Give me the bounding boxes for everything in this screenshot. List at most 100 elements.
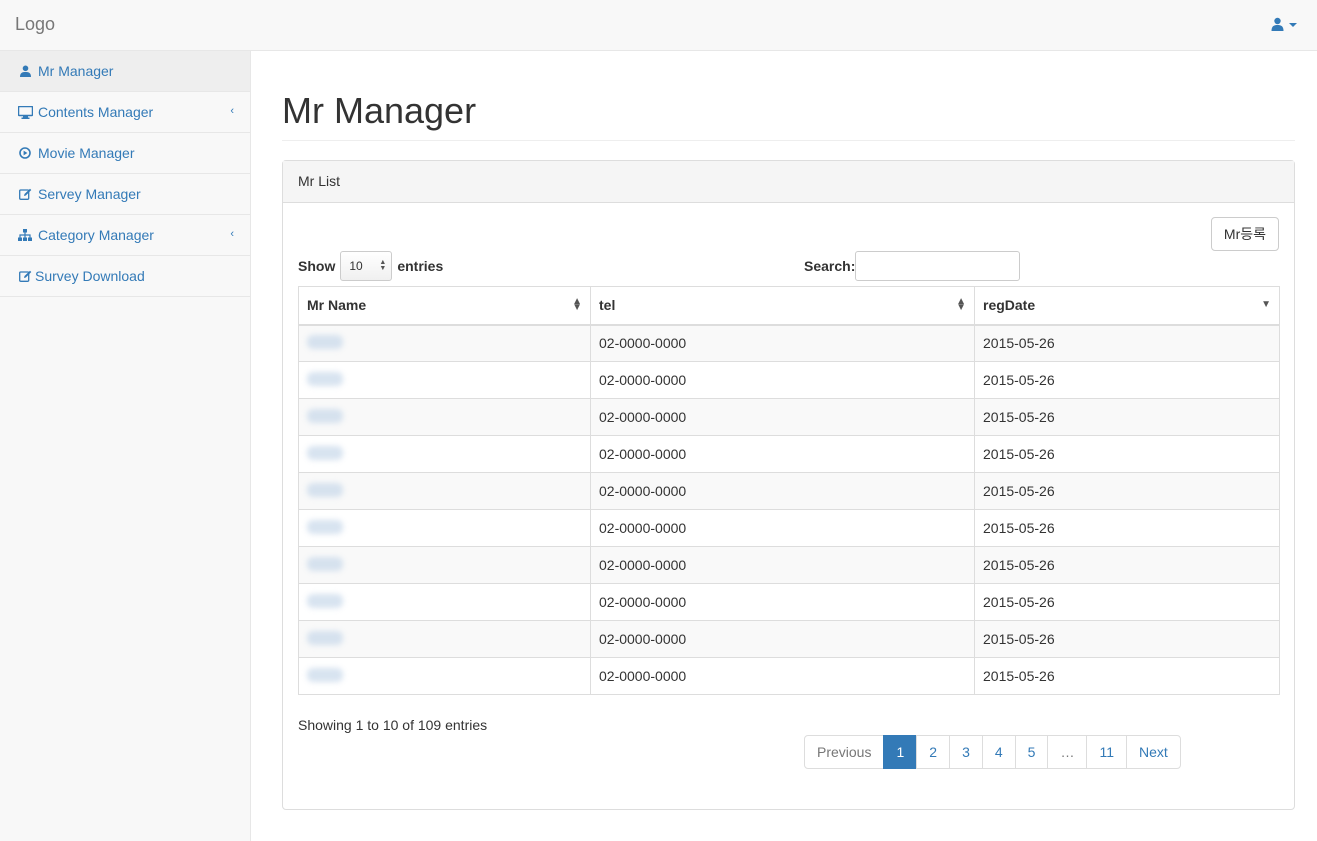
blurred-name bbox=[307, 593, 343, 608]
tel-cell: 02-0000-0000 bbox=[590, 620, 975, 658]
regdate-cell: 2015-05-26 bbox=[974, 361, 1280, 399]
entries-length-control: Show 10 ▲ ▼ entries bbox=[298, 251, 443, 281]
page-5-button[interactable]: 5 bbox=[1014, 735, 1049, 769]
page-11-button[interactable]: 11 bbox=[1086, 735, 1127, 769]
regdate-cell: 2015-05-26 bbox=[974, 398, 1280, 436]
tel-cell: 02-0000-0000 bbox=[590, 361, 975, 399]
select-spinner-icon: ▲ ▼ bbox=[379, 259, 387, 272]
blurred-name bbox=[307, 482, 343, 497]
user-menu-toggle[interactable] bbox=[1271, 17, 1297, 31]
mr-name-link[interactable] bbox=[298, 472, 591, 510]
monitor-icon bbox=[17, 105, 33, 119]
regdate-cell: 2015-05-26 bbox=[974, 546, 1280, 584]
sidebar-item-mr-manager[interactable]: Mr Manager bbox=[0, 51, 250, 92]
regdate-cell: 2015-05-26 bbox=[974, 583, 1280, 621]
table-header-row: Mr Name ▲ ▼ tel ▲ ▼ regDate ▼ bbox=[298, 286, 1280, 326]
sidebar-item-movie-manager[interactable]: Movie Manager bbox=[0, 133, 250, 174]
blurred-name bbox=[307, 667, 343, 682]
tel-cell: 02-0000-0000 bbox=[590, 435, 975, 473]
edit-icon bbox=[17, 187, 33, 201]
mr-table: Mr Name ▲ ▼ tel ▲ ▼ regDate ▼ 02-0000-0000… bbox=[298, 286, 1280, 695]
sidebar-item-contents-manager[interactable]: Contents Manager ‹ bbox=[0, 92, 250, 133]
sort-desc-icon: ▼ bbox=[1261, 299, 1271, 310]
mr-name-link[interactable] bbox=[298, 361, 591, 399]
mr-name-link[interactable] bbox=[298, 324, 591, 362]
table-row: 02-0000-0000 2015-05-26 bbox=[298, 657, 1280, 695]
page-previous-button[interactable]: Previous bbox=[804, 735, 885, 769]
panel-heading: Mr List bbox=[283, 161, 1294, 203]
main-content: Mr Manager Mr List Mr등록 Show 10 ▲ ▼ entri… bbox=[282, 51, 1295, 810]
page-4-button[interactable]: 4 bbox=[981, 735, 1016, 769]
length-suffix: entries bbox=[397, 258, 444, 274]
sidebar-item-category-manager[interactable]: Category Manager ‹ bbox=[0, 215, 250, 256]
mr-name-link[interactable] bbox=[298, 657, 591, 695]
sidebar-item-label: Mr Manager bbox=[38, 63, 114, 79]
mr-name-link[interactable] bbox=[298, 583, 591, 621]
user-icon bbox=[17, 64, 33, 78]
user-icon bbox=[1271, 17, 1284, 31]
sidebar-item-label: Contents Manager bbox=[38, 104, 154, 120]
search-input[interactable] bbox=[855, 251, 1021, 281]
sidebar-item-label: Servey Manager bbox=[38, 186, 141, 202]
sidebar-item-label: Survey Download bbox=[35, 268, 145, 284]
tel-cell: 02-0000-0000 bbox=[590, 472, 975, 510]
table-row: 02-0000-0000 2015-05-26 bbox=[298, 324, 1280, 362]
register-mr-button[interactable]: Mr등록 bbox=[1210, 217, 1279, 251]
play-circle-icon bbox=[17, 146, 33, 160]
tel-cell: 02-0000-0000 bbox=[590, 324, 975, 362]
page-2-button[interactable]: 2 bbox=[916, 735, 951, 769]
table-row: 02-0000-0000 2015-05-26 bbox=[298, 472, 1280, 510]
page-title: Mr Manager bbox=[282, 91, 1295, 141]
sidebar-item-label: Movie Manager bbox=[38, 145, 135, 161]
page-1-button[interactable]: 1 bbox=[883, 735, 918, 769]
blurred-name bbox=[307, 630, 343, 645]
regdate-cell: 2015-05-26 bbox=[974, 435, 1280, 473]
entries-length-value: 10 bbox=[349, 259, 363, 273]
column-header-tel[interactable]: tel ▲ ▼ bbox=[590, 286, 975, 326]
search-control: Search: bbox=[804, 251, 1021, 281]
chevron-left-icon: ‹ bbox=[230, 105, 234, 117]
regdate-cell: 2015-05-26 bbox=[974, 472, 1280, 510]
column-header-mr-name[interactable]: Mr Name ▲ ▼ bbox=[298, 286, 591, 326]
sidebar-item-survey-download[interactable]: Survey Download bbox=[0, 256, 250, 297]
page-ellipsis: … bbox=[1047, 735, 1088, 769]
blurred-name bbox=[307, 556, 343, 571]
blurred-name bbox=[307, 371, 343, 386]
column-header-regdate[interactable]: regDate ▼ bbox=[974, 286, 1280, 326]
table-row: 02-0000-0000 2015-05-26 bbox=[298, 509, 1280, 547]
sidebar-item-label: Category Manager bbox=[38, 227, 154, 243]
tel-cell: 02-0000-0000 bbox=[590, 657, 975, 695]
sort-both-icon: ▲ ▼ bbox=[956, 296, 966, 313]
top-navbar: Logo bbox=[0, 0, 1317, 51]
mr-name-link[interactable] bbox=[298, 398, 591, 436]
tel-cell: 02-0000-0000 bbox=[590, 583, 975, 621]
tel-cell: 02-0000-0000 bbox=[590, 509, 975, 547]
chevron-down-icon bbox=[1289, 23, 1297, 27]
page-next-button[interactable]: Next bbox=[1126, 735, 1181, 769]
mr-name-link[interactable] bbox=[298, 620, 591, 658]
sidebar: Mr Manager Contents Manager ‹ Movie Mana… bbox=[0, 51, 251, 841]
tel-cell: 02-0000-0000 bbox=[590, 546, 975, 584]
sidebar-item-servey-manager[interactable]: Servey Manager bbox=[0, 174, 250, 215]
page-3-button[interactable]: 3 bbox=[949, 735, 983, 769]
blurred-name bbox=[307, 334, 343, 349]
regdate-cell: 2015-05-26 bbox=[974, 620, 1280, 658]
edit-icon bbox=[17, 269, 33, 283]
entries-length-select[interactable]: 10 ▲ ▼ bbox=[340, 251, 393, 281]
mr-name-link[interactable] bbox=[298, 546, 591, 584]
regdate-cell: 2015-05-26 bbox=[974, 324, 1280, 362]
brand-logo[interactable]: Logo bbox=[15, 14, 55, 35]
mr-list-panel: Mr List Mr등록 Show 10 ▲ ▼ entries Search: … bbox=[282, 160, 1295, 810]
tel-cell: 02-0000-0000 bbox=[590, 398, 975, 436]
table-row: 02-0000-0000 2015-05-26 bbox=[298, 583, 1280, 621]
table-row: 02-0000-0000 2015-05-26 bbox=[298, 361, 1280, 399]
mr-name-link[interactable] bbox=[298, 509, 591, 547]
blurred-name bbox=[307, 445, 343, 460]
length-prefix: Show bbox=[298, 258, 336, 274]
table-row: 02-0000-0000 2015-05-26 bbox=[298, 435, 1280, 473]
chevron-left-icon: ‹ bbox=[230, 228, 234, 240]
search-label: Search: bbox=[804, 258, 856, 274]
regdate-cell: 2015-05-26 bbox=[974, 657, 1280, 695]
table-info: Showing 1 to 10 of 109 entries bbox=[298, 717, 488, 733]
mr-name-link[interactable] bbox=[298, 435, 591, 473]
